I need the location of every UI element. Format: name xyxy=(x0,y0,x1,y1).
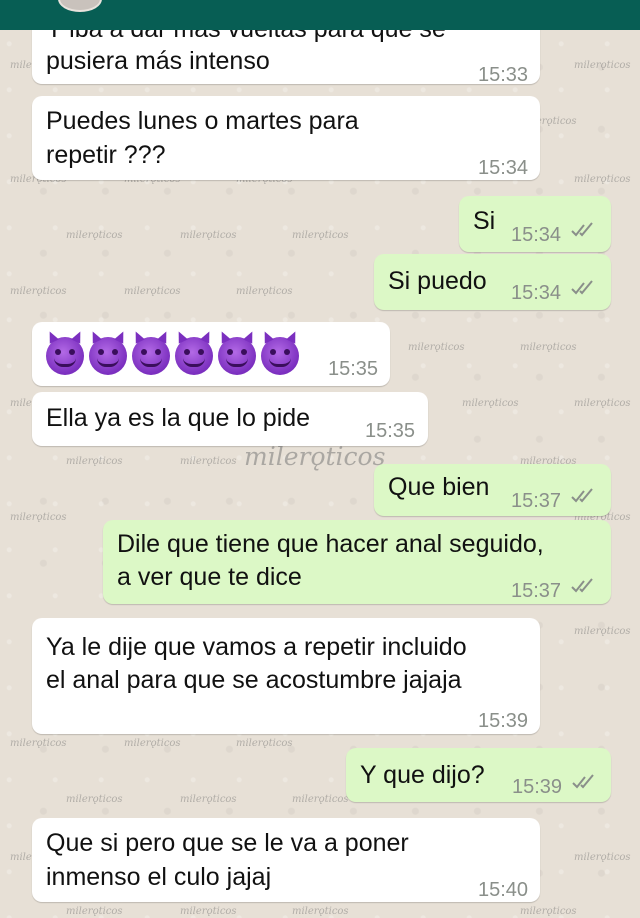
message-text: Si xyxy=(473,207,496,235)
message-bubble-incoming[interactable]: Ella ya es la que lo pide 15:35 xyxy=(32,392,428,446)
watermark: milerǫticos xyxy=(408,342,465,353)
watermark: milerǫticos xyxy=(180,456,237,467)
message-bubble-incoming[interactable]: Puedes lunes o martes para repetir ??? 1… xyxy=(32,96,540,180)
watermark: milerǫticos xyxy=(66,794,123,805)
smiling-devil-icon xyxy=(46,337,84,375)
message-text: Que si pero que se le va a poner xyxy=(46,829,409,857)
message-text: inmenso el culo jajaj xyxy=(46,863,272,891)
message-text: Ella ya es la que lo pide xyxy=(46,404,311,432)
watermark: milerǫticos xyxy=(66,906,123,917)
double-check-icon xyxy=(571,280,593,295)
message-time: 15:35 xyxy=(365,420,416,442)
message-bubble-outgoing[interactable]: Y que dijo? 15:39 xyxy=(346,748,611,802)
watermark: milerǫticos xyxy=(66,456,123,467)
message-text: Si puedo xyxy=(388,267,487,295)
watermark: milerǫticos xyxy=(574,398,631,409)
smiling-devil-icon xyxy=(218,337,256,375)
message-time: 15:37 xyxy=(511,580,562,602)
watermark: milerǫticos xyxy=(574,174,631,185)
watermark: milerǫticos xyxy=(180,906,237,917)
watermark: milerǫticos xyxy=(292,794,349,805)
contact-avatar[interactable] xyxy=(58,0,102,12)
smiling-devil-icon xyxy=(261,337,299,375)
watermark: milerǫticos xyxy=(66,230,123,241)
watermark: milerǫticos xyxy=(10,286,67,297)
message-text: Y que dijo? xyxy=(360,761,485,789)
watermark: milerǫticos xyxy=(520,906,577,917)
message-bubble-outgoing[interactable]: Que bien 15:37 xyxy=(374,464,611,516)
double-check-icon xyxy=(571,222,593,237)
watermark: milerǫticos xyxy=(236,738,293,749)
watermark: milerǫticos xyxy=(574,60,631,71)
double-check-icon xyxy=(571,488,593,503)
watermark: milerǫticos xyxy=(124,738,181,749)
message-bubble-outgoing[interactable]: Si 15:34 xyxy=(459,196,611,252)
message-time: 15:39 xyxy=(512,776,563,798)
message-time: 15:37 xyxy=(511,490,562,512)
message-list[interactable]: milerǫticos milerǫticos milerǫticos mile… xyxy=(0,30,640,918)
watermark: milerǫticos xyxy=(574,626,631,637)
message-time: 15:39 xyxy=(478,710,529,732)
message-text: pusiera más intenso xyxy=(46,47,270,75)
message-time: 15:34 xyxy=(478,157,529,179)
watermark: milerǫticos xyxy=(292,906,349,917)
smiling-devil-icon xyxy=(89,337,127,375)
message-bubble-incoming[interactable]: Ya le dije que vamos a repetir incluido … xyxy=(32,618,540,734)
watermark: milerǫticos xyxy=(520,342,577,353)
chat-header xyxy=(0,0,640,30)
message-text: Ya le dije que vamos a repetir incluido xyxy=(46,633,467,661)
watermark: milerǫticos xyxy=(180,230,237,241)
watermark: milerǫticos xyxy=(124,286,181,297)
message-bubble-incoming[interactable]: Que si pero que se le va a poner inmenso… xyxy=(32,818,540,902)
message-bubble-outgoing[interactable]: Dile que tiene que hacer anal seguido, a… xyxy=(103,520,611,604)
smiling-devil-icon xyxy=(175,337,213,375)
message-time: 15:33 xyxy=(478,64,529,86)
double-check-icon xyxy=(572,774,594,789)
double-check-icon xyxy=(571,578,593,593)
watermark: milerǫticos xyxy=(292,230,349,241)
watermark: milerǫticos xyxy=(180,794,237,805)
message-text: a ver que te dice xyxy=(117,563,302,591)
watermark: milerǫticos xyxy=(462,398,519,409)
message-bubble-incoming[interactable]: 15:35 xyxy=(32,322,390,386)
message-text: Dile que tiene que hacer anal seguido, xyxy=(117,530,544,558)
message-time: 15:34 xyxy=(511,224,562,246)
message-time: 15:35 xyxy=(328,358,379,380)
message-text: Puedes lunes o martes para xyxy=(46,107,359,135)
message-time: 15:34 xyxy=(511,282,562,304)
message-text: el anal para que se acostumbre jajaja xyxy=(46,666,462,694)
message-bubble-incoming[interactable]: Y iba a dar más vueltas para que se pusi… xyxy=(32,30,540,86)
message-time: 15:40 xyxy=(478,879,529,901)
message-text: Que bien xyxy=(388,473,490,501)
message-bubble-outgoing[interactable]: Si puedo 15:34 xyxy=(374,254,611,310)
watermark: milerǫticos xyxy=(574,852,631,863)
watermark: milerǫticos xyxy=(236,286,293,297)
watermark: milerǫticos xyxy=(10,512,67,523)
message-text: repetir ??? xyxy=(46,141,166,169)
watermark: milerǫticos xyxy=(10,738,67,749)
smiling-devil-icon xyxy=(132,337,170,375)
